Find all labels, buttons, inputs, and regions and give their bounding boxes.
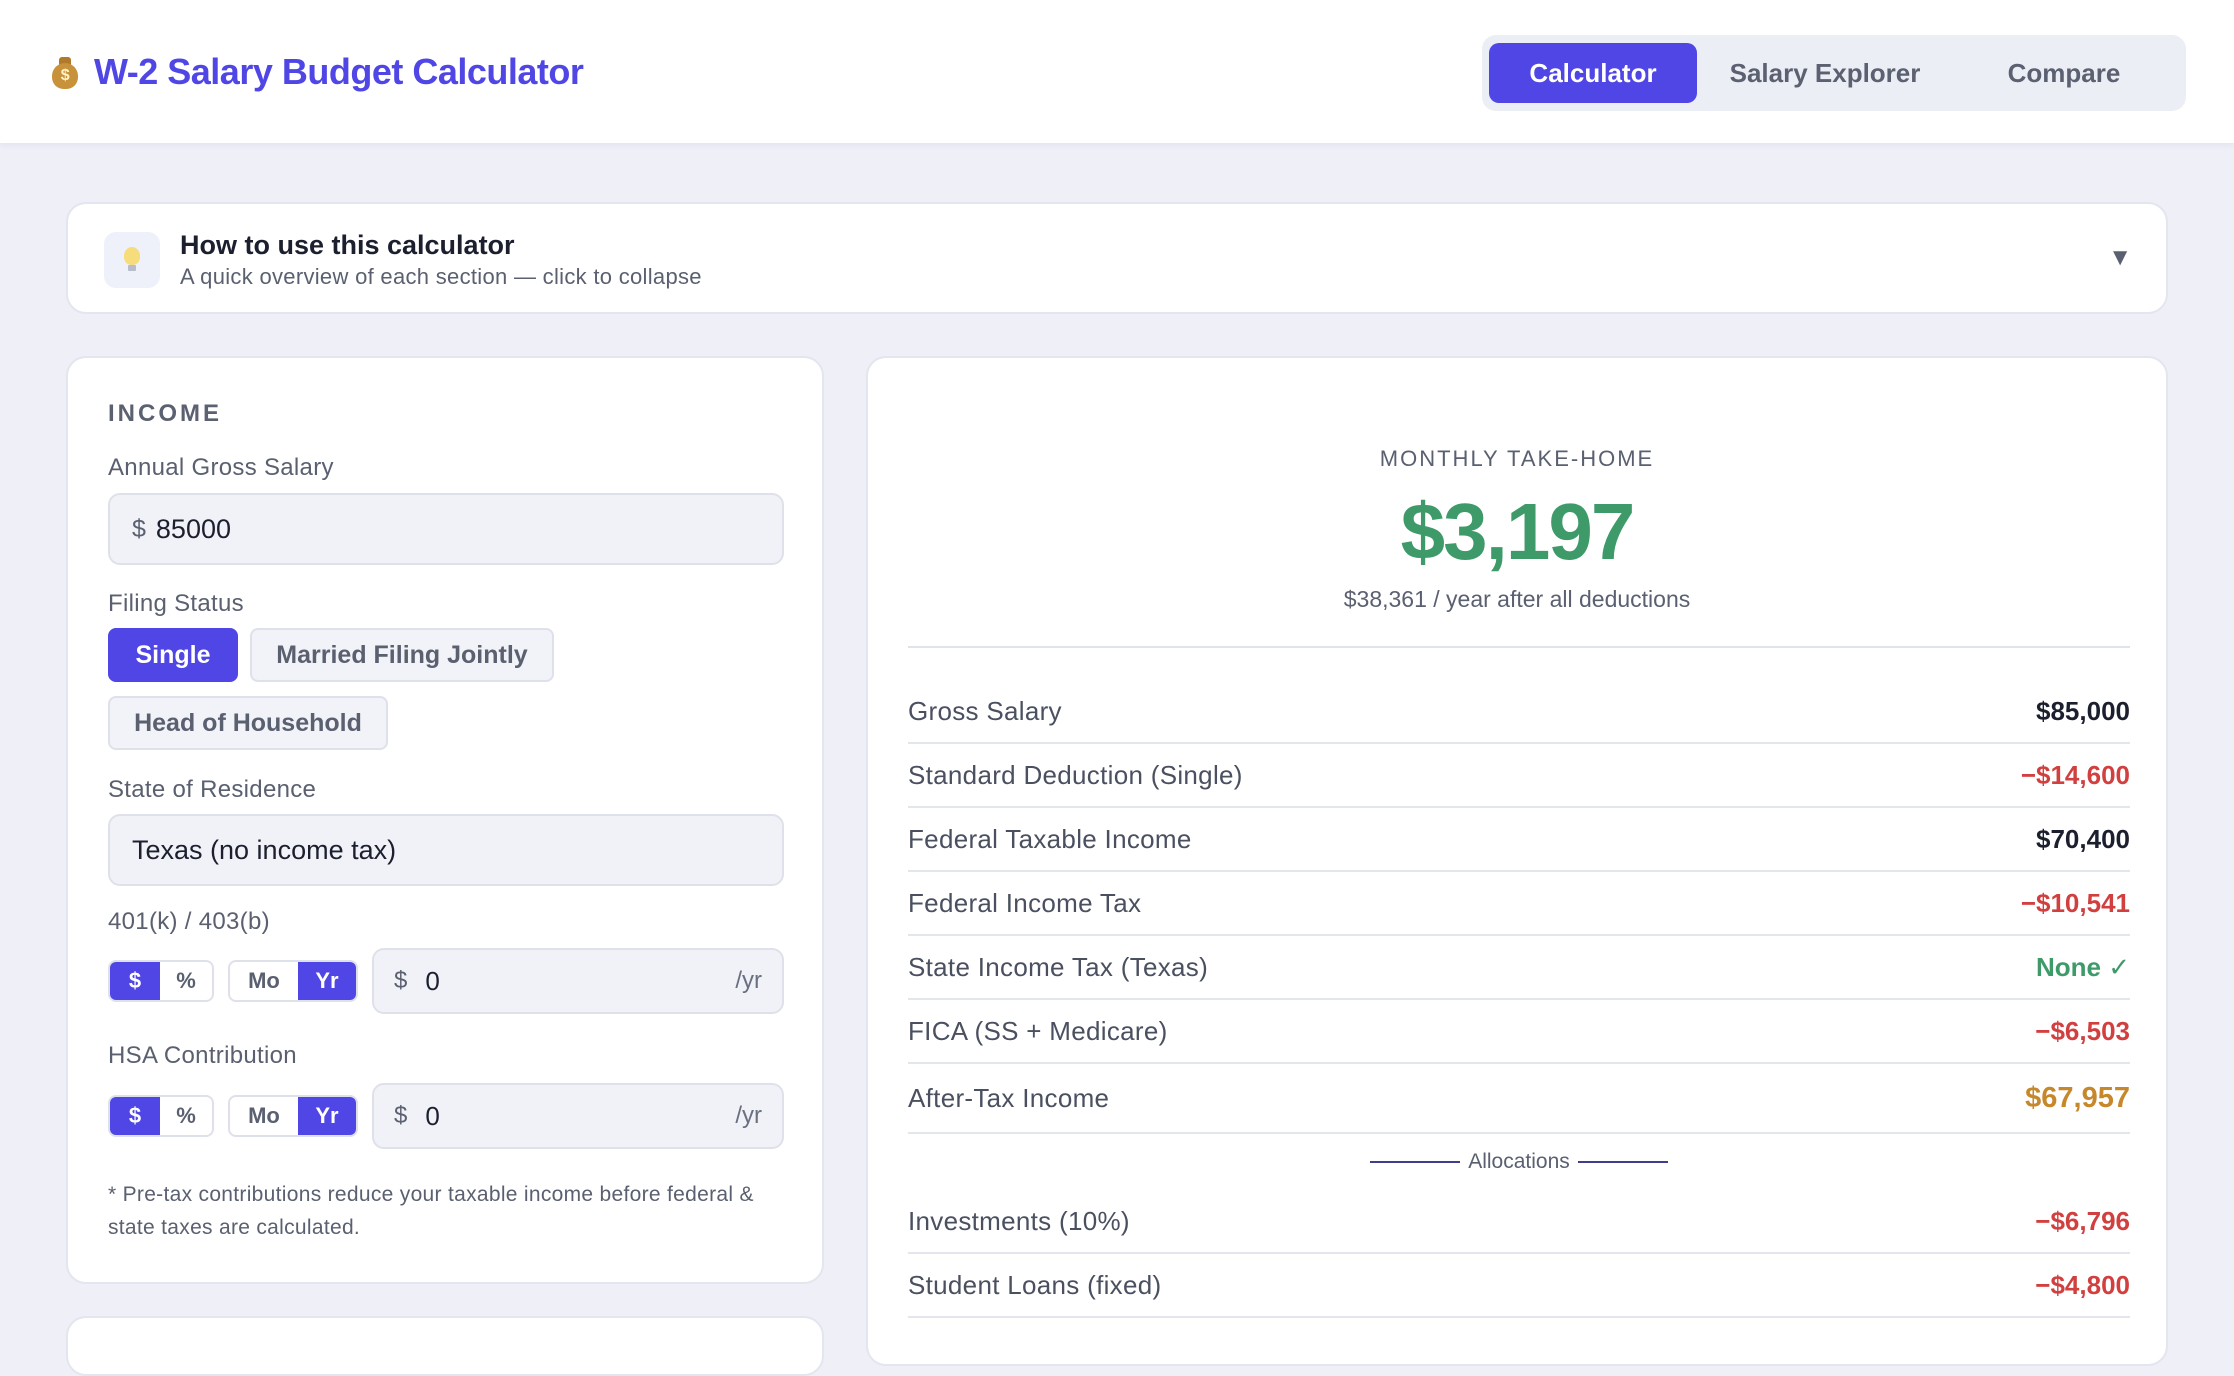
row-label: FICA (SS + Medicare)	[908, 1015, 1168, 1046]
app-title-text: W-2 Salary Budget Calculator	[94, 51, 584, 92]
monthly-takehome-value: $3,197	[1400, 487, 1636, 576]
hsa-mode-toggle: $ %	[108, 1095, 214, 1137]
row-value: $70,400	[2036, 823, 2130, 854]
k401-mode-percent[interactable]: %	[160, 962, 212, 1000]
breakdown-row: FICA (SS + Medicare) −$6,503	[908, 1000, 2130, 1064]
allocations-label: Allocations	[1468, 1150, 1570, 1173]
hsa-period-yr[interactable]: Yr	[298, 1097, 356, 1135]
k401-currency: $	[394, 967, 408, 994]
money-bag-icon: $	[50, 55, 80, 89]
row-label: Federal Taxable Income	[908, 823, 1192, 854]
tab-calculator[interactable]: Calculator	[1489, 43, 1697, 103]
row-label: State Income Tax (Texas)	[908, 951, 1209, 982]
hsa-currency: $	[394, 1102, 408, 1129]
collapse-chevron-icon[interactable]: ▼	[2108, 244, 2132, 272]
help-panel[interactable]: How to use this calculator A quick overv…	[66, 202, 2168, 314]
row-label: Standard Deduction (Single)	[908, 759, 1243, 790]
row-label: Student Loans (fixed)	[908, 1269, 1162, 1300]
salary-input[interactable]: $ 85000	[108, 493, 784, 565]
hsa-suffix: /yr	[735, 1102, 762, 1129]
row-value: $85,000	[2036, 695, 2130, 726]
breakdown-row-after-tax: After-Tax Income $67,957	[908, 1064, 2130, 1134]
row-value: −$6,503	[2035, 1015, 2130, 1046]
filing-option-married-jointly[interactable]: Married Filing Jointly	[250, 628, 554, 682]
breakdown-row: State Income Tax (Texas) None ✓	[908, 936, 2130, 1000]
tab-compare[interactable]: Compare	[1953, 43, 2175, 103]
row-value: −$14,600	[2020, 759, 2130, 790]
hsa-period-toggle: Mo Yr	[228, 1095, 358, 1137]
tab-salary-explorer[interactable]: Salary Explorer	[1697, 43, 1953, 103]
divider	[908, 646, 2130, 648]
yearly-note: $38,361 / year after all deductions	[1343, 586, 1691, 612]
app-title: $ W-2 Salary Budget Calculator	[50, 50, 584, 94]
state-value: Texas (no income tax)	[132, 834, 397, 865]
help-title: How to use this calculator	[180, 230, 515, 260]
breakdown-row: Standard Deduction (Single) −$14,600	[908, 744, 2130, 808]
hsa-value: 0	[425, 1100, 440, 1131]
row-label: After-Tax Income	[908, 1082, 1110, 1113]
row-value: −$6,796	[2035, 1205, 2130, 1236]
row-label: Federal Income Tax	[908, 887, 1142, 918]
monthly-takehome-label: MONTHLY TAKE-HOME	[1379, 446, 1655, 471]
breakdown-row: Gross Salary $85,000	[908, 680, 2130, 744]
breakdown-row: Federal Taxable Income $70,400	[908, 808, 2130, 872]
hsa-mode-percent[interactable]: %	[160, 1097, 212, 1135]
filing-option-head-of-household[interactable]: Head of Household	[108, 696, 388, 750]
income-section-title: INCOME	[108, 400, 222, 427]
k401-value: 0	[425, 965, 440, 996]
breakdown-row: Federal Income Tax −$10,541	[908, 872, 2130, 936]
k401-period-mo[interactable]: Mo	[230, 962, 298, 1000]
salary-currency: $	[132, 514, 146, 543]
allocation-row: Investments (10%) −$6,796	[908, 1190, 2130, 1254]
lightbulb-icon	[104, 232, 160, 288]
breakdown-table: Gross Salary $85,000 Standard Deduction …	[908, 680, 2130, 1318]
pretax-footnote: * Pre-tax contributions reduce your taxa…	[108, 1183, 754, 1239]
k401-mode-dollar[interactable]: $	[110, 962, 160, 1000]
hsa-period-mo[interactable]: Mo	[230, 1097, 298, 1135]
allocation-row: Student Loans (fixed) −$4,800	[908, 1254, 2130, 1318]
k401-period-yr[interactable]: Yr	[298, 962, 356, 1000]
top-bar: $ W-2 Salary Budget Calculator Calculato…	[0, 0, 2234, 143]
next-panel	[66, 1316, 824, 1376]
allocations-divider: Allocations	[908, 1134, 2130, 1190]
hsa-input[interactable]: $ 0 /yr	[372, 1083, 784, 1149]
state-select[interactable]: Texas (no income tax)	[108, 814, 784, 886]
k401-label: 401(k) / 403(b)	[108, 908, 270, 935]
row-value: $67,957	[2025, 1081, 2130, 1114]
k401-period-toggle: Mo Yr	[228, 960, 358, 1002]
row-value: −$4,800	[2035, 1269, 2130, 1300]
state-label: State of Residence	[108, 776, 317, 803]
k401-mode-toggle: $ %	[108, 960, 214, 1002]
salary-label: Annual Gross Salary	[108, 454, 334, 481]
income-panel: INCOME Annual Gross Salary $ 85000 Filin…	[66, 356, 824, 1284]
main-tabs: Calculator Salary Explorer Compare	[1482, 35, 2186, 111]
salary-value: 85000	[155, 513, 231, 544]
hsa-label: HSA Contribution	[108, 1042, 297, 1069]
k401-input[interactable]: $ 0 /yr	[372, 948, 784, 1014]
row-label: Investments (10%)	[908, 1205, 1130, 1236]
results-panel: MONTHLY TAKE-HOME $3,197 $38,361 / year …	[866, 356, 2168, 1366]
k401-suffix: /yr	[735, 967, 762, 994]
filing-option-single[interactable]: Single	[108, 628, 238, 682]
row-label: Gross Salary	[908, 695, 1062, 726]
row-value: −$10,541	[2020, 887, 2130, 918]
filing-status-label: Filing Status	[108, 590, 244, 617]
hsa-mode-dollar[interactable]: $	[110, 1097, 160, 1135]
row-value: None ✓	[2035, 951, 2130, 982]
help-subtitle: A quick overview of each section — click…	[180, 264, 702, 289]
